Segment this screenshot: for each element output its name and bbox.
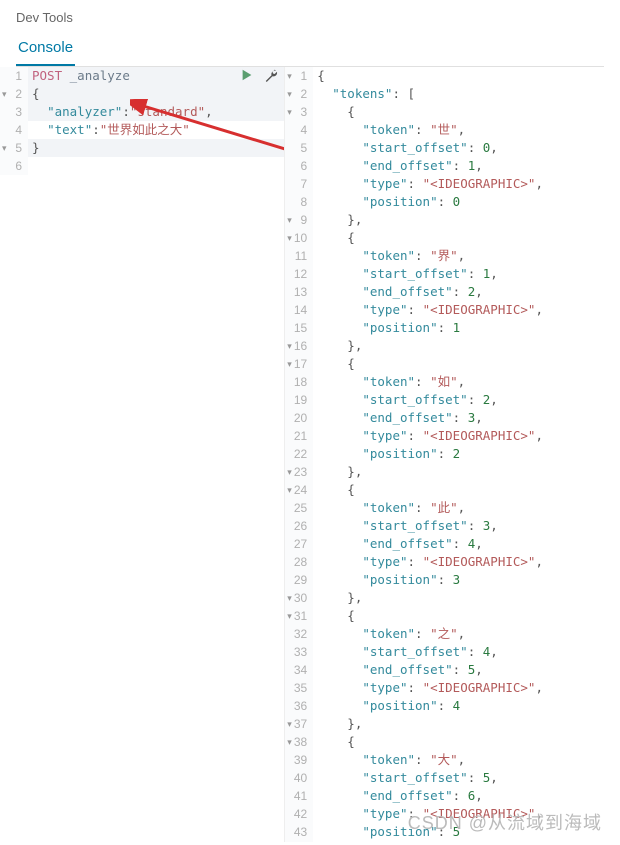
wrench-icon[interactable]	[264, 68, 278, 85]
tabs: Console	[16, 33, 604, 67]
play-icon[interactable]	[240, 68, 254, 85]
tab-console[interactable]: Console	[16, 33, 75, 66]
response-viewer[interactable]: ••• 123456789101112131415161718192021222…	[285, 67, 620, 842]
page-title: Dev Tools	[16, 10, 604, 25]
watermark: CSDN @从流域到海域	[408, 809, 602, 835]
request-editor[interactable]: 123456 POST _analyze{ "analyzer":"standa…	[0, 67, 285, 842]
